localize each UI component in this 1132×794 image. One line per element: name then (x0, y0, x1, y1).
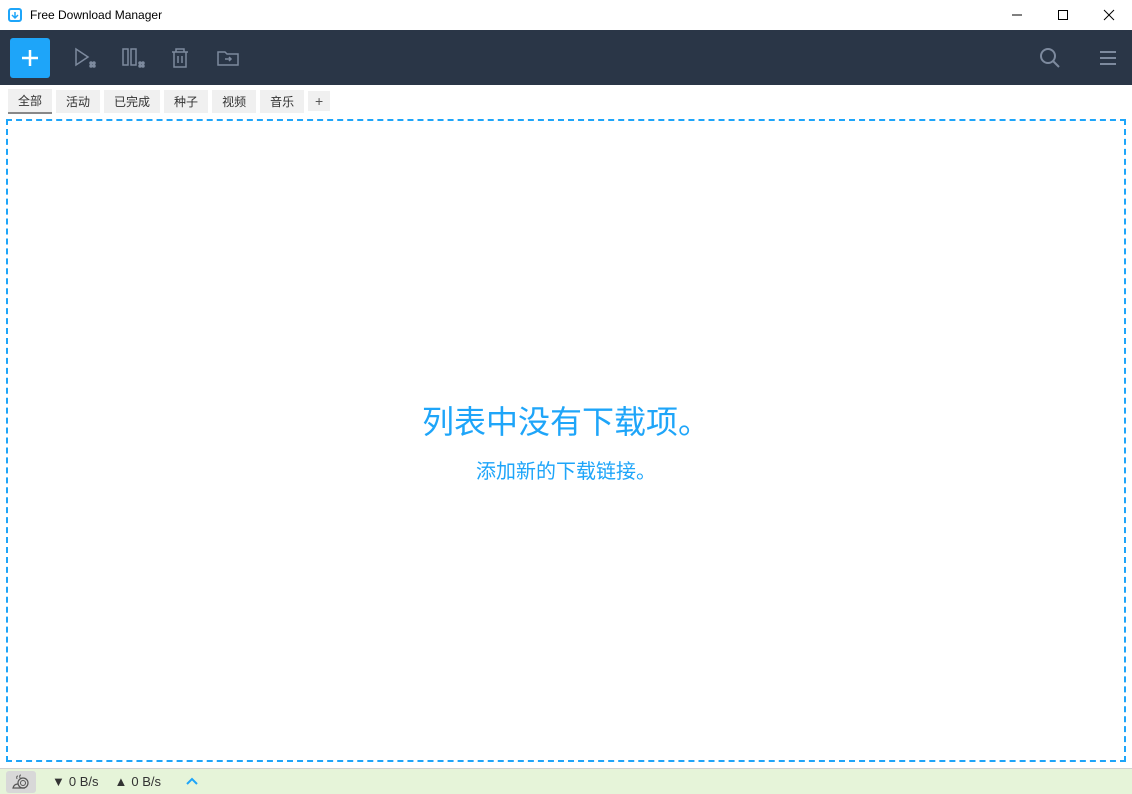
upload-arrow-icon: ▲ (115, 774, 128, 789)
drop-zone[interactable]: 列表中没有下载项。 添加新的下载链接。 (6, 119, 1126, 762)
menu-button[interactable] (1094, 44, 1122, 72)
expand-status-button[interactable] (185, 774, 199, 790)
maximize-button[interactable] (1040, 0, 1086, 30)
tab-video[interactable]: 视频 (212, 90, 256, 113)
delete-button[interactable] (166, 44, 194, 72)
download-speed[interactable]: ▼ 0 B/s (52, 774, 99, 789)
download-speed-value: 0 B/s (69, 774, 99, 789)
download-arrow-icon: ▼ (52, 774, 65, 789)
tab-torrents[interactable]: 种子 (164, 90, 208, 113)
pause-all-button[interactable] (118, 44, 146, 72)
app-icon (6, 6, 24, 24)
upload-speed-value: 0 B/s (131, 774, 161, 789)
move-to-folder-button[interactable] (214, 44, 242, 72)
empty-state-title: 列表中没有下载项。 (422, 397, 710, 443)
upload-speed[interactable]: ▲ 0 B/s (115, 774, 162, 789)
title-bar: Free Download Manager (0, 0, 1132, 30)
add-download-button[interactable] (10, 38, 50, 78)
search-button[interactable] (1036, 44, 1064, 72)
window-title: Free Download Manager (30, 8, 994, 22)
minimize-button[interactable] (994, 0, 1040, 30)
tab-all[interactable]: 全部 (8, 89, 52, 114)
add-filter-tab-button[interactable]: + (308, 91, 330, 111)
speed-limit-button[interactable] (6, 771, 36, 793)
status-bar: ▼ 0 B/s ▲ 0 B/s (0, 768, 1132, 794)
content-area: 列表中没有下载项。 添加新的下载链接。 (0, 113, 1132, 768)
tab-completed[interactable]: 已完成 (104, 90, 160, 113)
tab-music[interactable]: 音乐 (260, 90, 304, 113)
main-toolbar (0, 30, 1132, 85)
tab-active[interactable]: 活动 (56, 90, 100, 113)
filter-bar: 全部 活动 已完成 种子 视频 音乐 + (0, 85, 1132, 113)
window-controls (994, 0, 1132, 30)
start-all-button[interactable] (70, 44, 98, 72)
close-button[interactable] (1086, 0, 1132, 30)
add-new-download-link[interactable]: 添加新的下载链接。 (476, 455, 656, 484)
